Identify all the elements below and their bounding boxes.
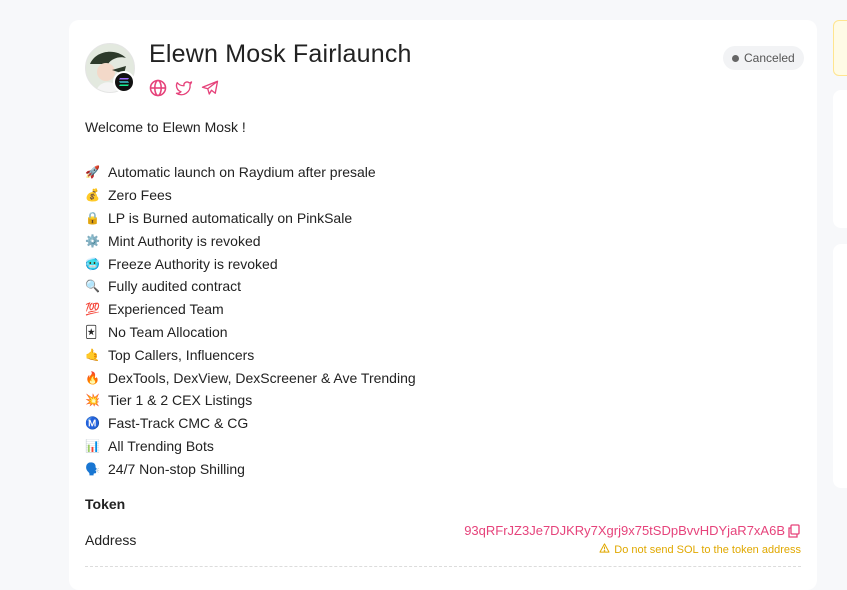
list-item: 🔥 DexTools, DexView, DexScreener & Ave Tr… (85, 366, 416, 389)
status-badge: Canceled (723, 46, 804, 70)
solana-icon (113, 71, 135, 93)
divider (85, 566, 801, 567)
list-item-text: Fast-Track CMC & CG (108, 415, 249, 432)
side-panel-secondary (833, 244, 847, 488)
feature-list: 🚀 Automatic launch on Raydium after presa… (85, 161, 416, 480)
money-bag-icon: 💰 (85, 188, 100, 203)
page-title: Elewn Mosk Fairlaunch (149, 40, 412, 68)
twitter-icon[interactable] (175, 79, 193, 97)
lock-icon: 🔒 (85, 210, 100, 225)
warning-note: Do not send SOL to the token address (599, 543, 801, 556)
joker-card-icon: 🃏 (85, 324, 98, 339)
list-item: 🤙 Top Callers, Influencers (85, 343, 416, 366)
list-item-text: Zero Fees (108, 187, 172, 204)
list-item: 🥶 Freeze Authority is revoked (85, 252, 416, 275)
list-item-text: 24/7 Non-stop Shilling (108, 460, 245, 477)
circled-m-icon: Ⓜ️ (85, 416, 100, 431)
bar-chart-icon: 📊 (85, 438, 100, 453)
address-label: Address (85, 532, 137, 548)
cold-face-icon: 🥶 (85, 256, 100, 271)
list-item: 🃏 No Team Allocation (85, 321, 416, 344)
list-item: 🔍 Fully audited contract (85, 275, 416, 298)
hundred-icon: 💯 (85, 302, 100, 317)
warning-icon (599, 543, 610, 556)
warning-text: Do not send SOL to the token address (614, 543, 801, 556)
list-item: 💯 Experienced Team (85, 298, 416, 321)
speaking-head-icon: 🗣️ (85, 461, 100, 476)
telegram-icon[interactable] (201, 79, 219, 97)
list-item-text: Mint Authority is revoked (108, 232, 261, 249)
list-item: 🔒 LP is Burned automatically on PinkSale (85, 207, 416, 230)
globe-icon[interactable] (149, 79, 167, 97)
list-item-text: Fully audited contract (108, 278, 242, 295)
call-me-hand-icon: 🤙 (85, 347, 100, 362)
welcome-text: Welcome to Elewn Mosk ! (85, 119, 246, 135)
list-item-text: All Trending Bots (108, 437, 214, 454)
fire-icon: 🔥 (85, 370, 100, 385)
copy-icon[interactable] (787, 523, 801, 538)
side-panel (833, 90, 847, 228)
collision-icon: 💥 (85, 393, 100, 408)
list-item-text: Experienced Team (108, 301, 224, 318)
social-links (149, 79, 219, 97)
list-item: 📊 All Trending Bots (85, 435, 416, 458)
token-address[interactable]: 93qRFrJZ3Je7DJKRy7Xgrj9x75tSDpBvvHDYjaR7… (464, 523, 801, 538)
list-item-text: Automatic launch on Raydium after presal… (108, 164, 376, 181)
token-section-title: Token (85, 496, 126, 512)
list-item: ⚙️ Mint Authority is revoked (85, 229, 416, 252)
token-address-text[interactable]: 93qRFrJZ3Je7DJKRy7Xgrj9x75tSDpBvvHDYjaR7… (464, 523, 785, 538)
list-item: Ⓜ️ Fast-Track CMC & CG (85, 412, 416, 435)
rocket-icon: 🚀 (85, 165, 100, 180)
list-item-text: No Team Allocation (108, 323, 228, 340)
status-dot (732, 54, 739, 62)
description: Welcome to Elewn Mosk ! (85, 117, 246, 137)
list-item-text: Freeze Authority is revoked (108, 255, 278, 272)
project-avatar (85, 43, 135, 93)
side-alert-panel (833, 20, 847, 76)
list-item-text: Tier 1 & 2 CEX Listings (108, 392, 253, 409)
list-item-text: DexTools, DexView, DexScreener & Ave Tre… (108, 369, 416, 386)
list-item: 🗣️ 24/7 Non-stop Shilling (85, 457, 416, 480)
list-item: 💥 Tier 1 & 2 CEX Listings (85, 389, 416, 412)
list-item: 💰 Zero Fees (85, 184, 416, 207)
status-text: Canceled (744, 51, 795, 65)
gear-icon: ⚙️ (85, 233, 100, 248)
list-item: 🚀 Automatic launch on Raydium after presa… (85, 161, 416, 184)
list-item-text: Top Callers, Influencers (108, 346, 255, 363)
list-item-text: LP is Burned automatically on PinkSale (108, 209, 353, 226)
magnifier-icon: 🔍 (85, 279, 100, 294)
